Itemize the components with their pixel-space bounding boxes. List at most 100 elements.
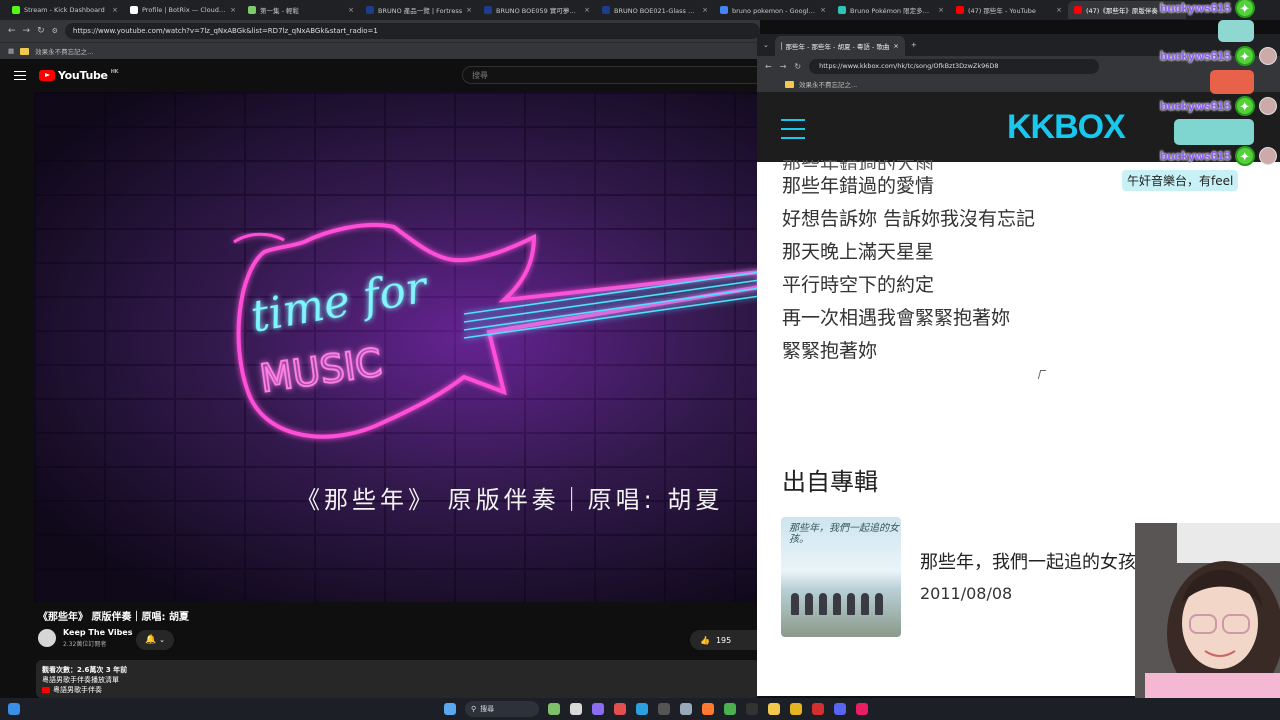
video-description[interactable]: 觀看次數：2.6萬次 3 年前 粵語男歌手伴奏播放清單 粵語男歌手伴奏 [36,660,760,698]
youtube-logo[interactable]: YouTube HK [39,69,119,82]
kkbox-url-field[interactable]: https://www.kkbox.com/hk/tc/song/OfkBzt3… [809,58,1100,74]
kkbox-bookmark-bar: 效果永不費忘記之... [757,76,1280,92]
browser-tab[interactable]: BRUNO 產品一覽 | Fortress × [360,1,478,19]
channel-subscribers: 2.32萬位訂閱者 [63,641,107,648]
app-icon[interactable] [812,703,824,715]
streamer-webcam-icon [1135,523,1280,698]
bell-icon: 🔔 [144,635,157,645]
face-emote-icon [1210,70,1254,94]
close-icon[interactable]: × [584,6,590,14]
browser-tab[interactable]: bruno pokemon - Google 搜 × [714,1,832,19]
youtube-search-input[interactable]: 搜尋 [462,66,762,84]
lyric-line: 好想告訴妳 告訴妳我沒有忘記 [782,208,1036,230]
tab-favicon-icon [12,6,20,14]
tab-list-icon[interactable]: ⌄ [763,41,769,49]
widgets-icon[interactable] [548,703,560,715]
back-icon[interactable]: ← [8,26,16,36]
channel-info[interactable]: Keep The Vibes 2.32萬位訂閱者 [38,628,133,648]
firefox-icon[interactable] [702,703,714,715]
reload-icon[interactable]: ↻ [37,26,45,36]
browser-tab[interactable]: Stream - Kick Dashboard × [6,1,124,19]
app-icon[interactable] [834,703,846,715]
chat-message: 午奸音樂台，有feel [1122,170,1239,191]
taskbar-search[interactable]: ⚲ 搜尋 [465,701,539,717]
steam-icon[interactable] [636,703,648,715]
verified-badge-icon: ✦ [1234,46,1255,66]
tab-favicon-icon [366,6,374,14]
kkbox-logo[interactable]: KKBOX [1007,108,1126,147]
app-icon[interactable] [746,703,758,715]
hands-emote-icon [1218,20,1254,42]
bookmark-item[interactable]: 效果永不費忘記之... [799,79,857,89]
close-icon[interactable]: × [112,6,118,14]
kkbox-tab[interactable]: 那些年 - 那些年 - 胡夏 - 粵語 - 歌曲 × [774,36,905,56]
user-avatar [1258,147,1277,165]
start-icon[interactable] [8,703,20,715]
back-icon[interactable]: ← [765,62,772,71]
lyric-line: 平行時空下的約定 [782,274,935,296]
chat-username: buckyws615 [1160,149,1231,163]
app-icon[interactable] [790,703,802,715]
like-button[interactable]: 👍 195 [690,630,760,650]
file-explorer-icon[interactable] [768,703,780,715]
channel-avatar[interactable] [38,629,56,647]
album-section-title: 出自專輯 [782,468,878,496]
close-icon[interactable]: × [820,6,826,14]
tab-favicon-icon [720,6,728,14]
playlist-tag[interactable]: 粵語男歌手伴奏 [53,686,102,694]
channel-name[interactable]: Keep The Vibes [63,628,133,637]
new-tab-icon[interactable]: + [911,41,917,49]
video-player[interactable]: time for MUSIC 《那些年》 原版伴奏｜原唱: 胡夏 [34,92,760,602]
lyrics-list: 那些年錯過的大雨那些年錯過的愛情好想告訴妳 告訴妳我沒有忘記那天晚上滿天星星平行… [782,160,1262,368]
app-icon[interactable] [614,703,626,715]
browser-tab[interactable]: (47) 那些年 - YouTube × [950,1,1068,19]
youtube-url-field[interactable]: https://www.youtube.com/watch?v=7lz_qNxA… [64,23,760,39]
app-icon[interactable] [658,703,670,715]
verified-badge-icon: ✦ [1234,146,1255,166]
task-view-icon[interactable] [570,703,582,715]
windows-logo-icon[interactable] [444,703,456,715]
close-icon[interactable]: × [348,6,354,14]
bookmark-item[interactable]: 效果永不費忘記之... [35,46,93,56]
close-icon[interactable]: × [702,6,708,14]
folder-icon [785,80,794,88]
chrome-icon[interactable] [724,703,736,715]
close-icon[interactable]: × [230,6,236,14]
subscribe-bell-button[interactable]: 🔔 ⌄ [136,630,174,650]
tab-favicon-icon [130,6,138,14]
close-icon[interactable]: × [893,42,898,50]
chat-username: buckyws615 [1160,1,1231,15]
neon-guitar-icon: time for MUSIC [233,222,760,439]
browser-tab[interactable]: Profile | BotRix — Cloud Stre × [124,1,242,19]
search-icon: ⚲ [471,705,477,713]
menu-icon[interactable] [14,71,26,80]
verified-badge-icon: ✦ [1234,0,1255,18]
browser-tab[interactable]: BRUNO BOE021-Glass 蒸焗 × [596,1,714,19]
tab-favicon-icon [956,6,964,14]
browser-tab[interactable]: 第一集 - 輕鬆 × [242,1,360,19]
album-cover[interactable]: 那些年，我們一起追的女孩。 [781,517,901,637]
view-stats: 觀看次數：2.6萬次 3 年前 [42,666,128,674]
lyric-line: 再一次相遇我會緊緊抱著妳 [782,307,1011,329]
app-icon[interactable] [856,703,868,715]
discord-icon[interactable] [592,703,604,715]
playlist-link[interactable]: 粵語男歌手伴奏播放清單 [42,675,754,685]
kkbox-menu-icon[interactable] [781,119,805,139]
browser-tab[interactable]: Bruno Pokémon 限定多功能 × [832,1,950,19]
like-count: 195 [715,635,732,645]
windows-taskbar: ⚲ 搜尋 [0,698,1280,720]
forward-icon[interactable]: → [23,26,31,36]
site-info-icon[interactable]: ⚙ [52,27,58,35]
close-icon[interactable]: × [1056,6,1062,14]
apps-icon[interactable]: ▦ [8,47,14,55]
album-name[interactable]: 那些年，我們一起追的女孩 [920,548,1136,574]
app-icon[interactable] [680,703,692,715]
folder-icon [20,47,30,55]
close-icon[interactable]: × [466,6,472,14]
browser-tab[interactable]: BRUNO BOE059 實可夢限定 × [478,1,596,19]
lyric-line: 那天晚上滿天星星 [782,241,935,263]
reload-icon[interactable]: ↻ [794,62,801,71]
tab-favicon-icon [1074,6,1082,14]
close-icon[interactable]: × [938,6,944,14]
forward-icon[interactable]: → [780,62,787,71]
